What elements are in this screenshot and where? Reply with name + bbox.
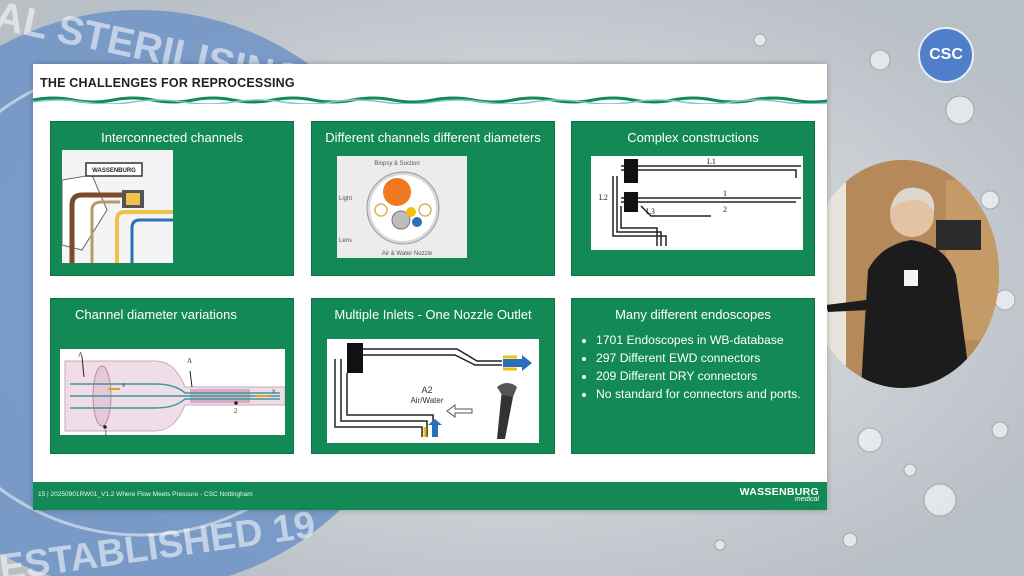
panel-title: Interconnected channels <box>101 130 243 145</box>
complex-constructions-figure: L1 L2 L3 1 2 <box>591 156 803 250</box>
biopsy-channel <box>383 178 411 206</box>
label-l3: L3 <box>646 207 655 216</box>
panel-title: Channel diameter variations <box>75 307 237 322</box>
panel-multiple-inlets: Multiple Inlets - One Nozzle Outlet A2 A… <box>311 298 555 454</box>
label-1: 1 <box>723 189 727 198</box>
label-air-water-nozzle: Air & Water Nozzle <box>382 251 433 257</box>
panel-complex-constructions: Complex constructions L1 L2 L3 1 2 <box>571 121 815 276</box>
title-underline-wave <box>33 96 827 104</box>
presentation-slide: THE CHALLENGES FOR REPROCESSING Intercon… <box>33 64 827 510</box>
panel-title: Multiple Inlets - One Nozzle Outlet <box>334 307 532 322</box>
panel-title: Complex constructions <box>627 130 759 145</box>
label-air-water: Air/Water <box>410 396 443 405</box>
label-v2: v <box>272 387 276 395</box>
list-item: 297 Different EWD connectors <box>596 349 801 367</box>
panel-different-diameters: Different channels different diameters B… <box>311 121 555 276</box>
label-2: 2 <box>723 205 727 214</box>
label-a1: A <box>78 351 83 359</box>
label-l1: L1 <box>707 157 716 166</box>
speaker-video <box>806 160 999 388</box>
label-a2: A2 <box>421 385 432 395</box>
interconnected-channels-figure: WASSENBURG <box>61 150 173 263</box>
endoscope-stats-list: 1701 Endoscopes in WB-database 297 Diffe… <box>582 331 801 403</box>
channel-diameters-figure: Biopsy & Suction Light Lens Air & Water … <box>337 156 467 258</box>
label-biopsy-suction: Biopsy & Suction <box>374 161 419 167</box>
wassenburg-label: WASSENBURG <box>92 168 136 174</box>
panel-title: Many different endoscopes <box>615 307 771 322</box>
list-item: 1701 Endoscopes in WB-database <box>596 331 801 349</box>
label-p2: 2 <box>234 407 238 415</box>
slide-footer: 15 | 20250901RW01_V1.2 Where Flow Meets … <box>33 482 827 510</box>
slide-title: THE CHALLENGES FOR REPROCESSING <box>40 76 295 90</box>
panel-interconnected-channels: Interconnected channels WASSENBURG <box>50 121 294 276</box>
label-p1: 1 <box>104 429 108 435</box>
label-lens: Lens <box>339 238 352 244</box>
list-item: No standard for connectors and ports. <box>596 385 801 403</box>
multiple-inlets-figure: A2 Air/Water <box>327 339 539 443</box>
panel-diameter-variations: Channel diameter variations A A v v 2 1 <box>50 298 294 454</box>
label-a2: A <box>187 357 192 365</box>
panel-title: Different channels different diameters <box>325 130 541 145</box>
csc-badge: CSC <box>918 27 974 83</box>
list-item: 209 Different DRY connectors <box>596 367 801 385</box>
footer-text: 15 | 20250901RW01_V1.2 Where Flow Meets … <box>38 491 253 498</box>
wassenburg-logo: WASSENBURG medical <box>740 486 819 503</box>
label-light: Light <box>339 196 352 202</box>
panel-many-endoscopes: Many different endoscopes 1701 Endoscope… <box>571 298 815 454</box>
label-l2: L2 <box>599 193 608 202</box>
label-v1: v <box>122 381 126 389</box>
diameter-variations-figure: A A v v 2 1 <box>60 349 286 437</box>
